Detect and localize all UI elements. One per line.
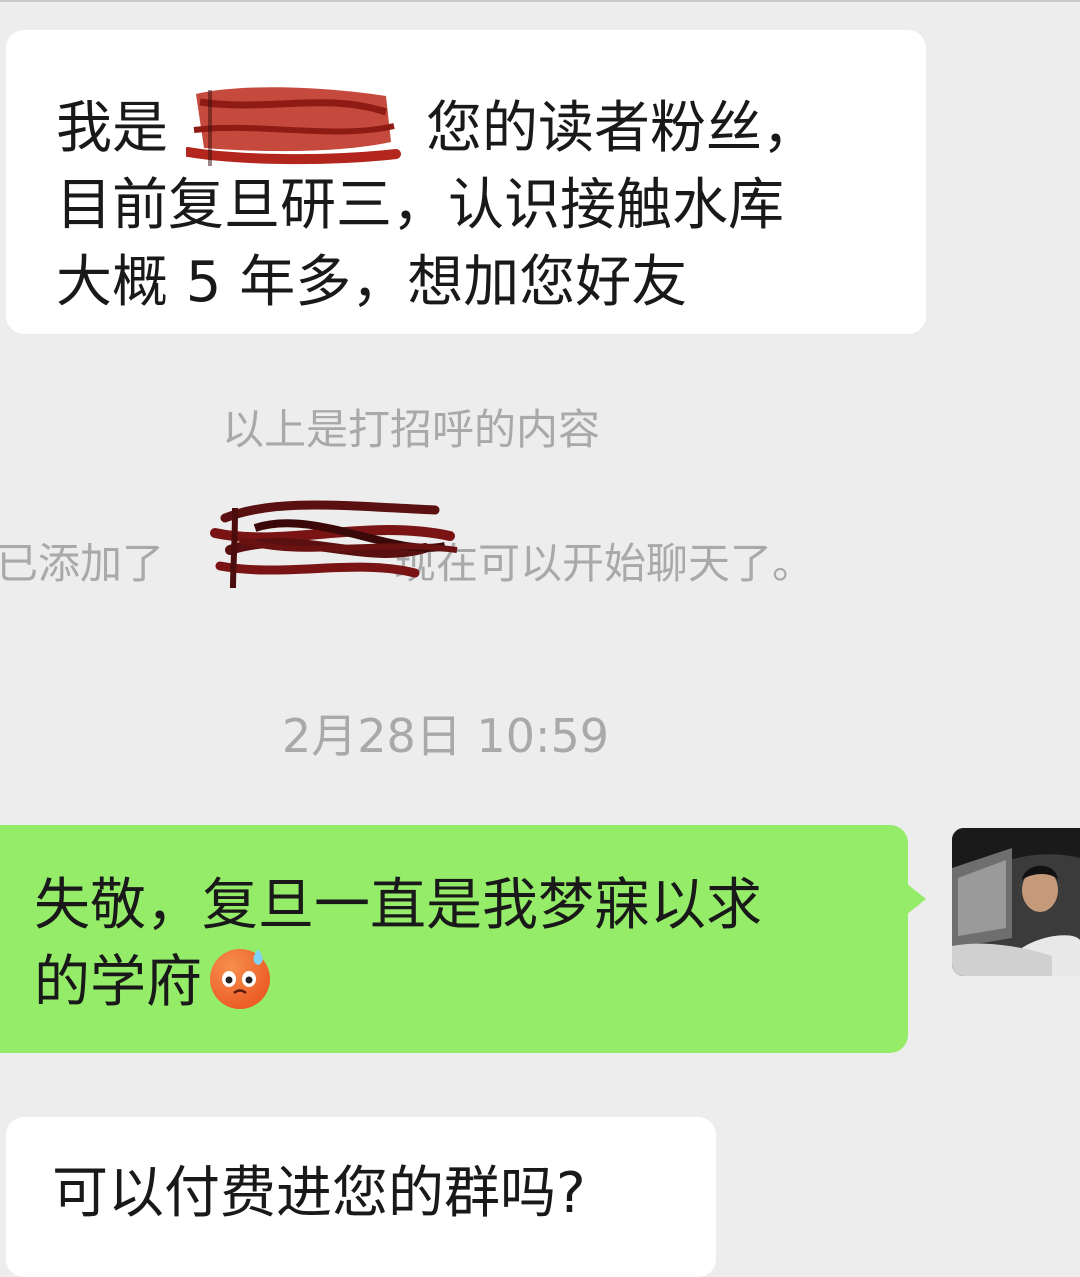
bubble-tail xyxy=(906,883,926,915)
redaction-scribble xyxy=(210,500,458,589)
message-line-2: 目前复旦研三，认识接触水库 xyxy=(56,173,784,238)
system-notice-greeting: 以上是打招呼的内容 xyxy=(222,405,601,454)
message-text: 可以付费进您的群吗? xyxy=(52,1161,586,1226)
message-line-1: 我是 您的读者粉丝， xyxy=(56,96,818,161)
incoming-message-greeting[interactable]: 我是 您的读者粉丝， 目前复旦研三，认识接触水库 大概 5 年多，想加您好友 xyxy=(6,30,926,334)
timestamp: 2月28日 10:59 xyxy=(282,709,609,763)
redaction-scribble xyxy=(186,87,401,166)
message-line-3: 大概 5 年多，想加您好友 xyxy=(56,250,688,315)
incoming-message-question[interactable]: 可以付费进您的群吗? xyxy=(6,1117,716,1277)
cold-sweat-emoji-icon xyxy=(210,949,270,1009)
outgoing-message-reply[interactable]: 失敬，复旦一直是我梦寐以求 的学府 xyxy=(0,825,926,1053)
message-line-2: 的学府 xyxy=(34,943,274,1021)
avatar[interactable] xyxy=(952,828,1080,976)
top-divider xyxy=(0,0,1080,2)
message-line-1: 失敬，复旦一直是我梦寐以求 xyxy=(34,873,762,938)
avatar-photo xyxy=(952,828,1080,976)
